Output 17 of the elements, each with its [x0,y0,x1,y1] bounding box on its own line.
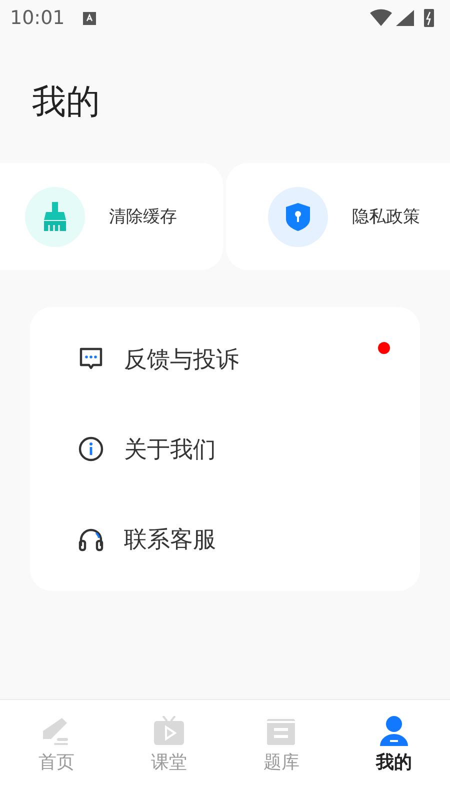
menu-item[interactable]: 联系客服 [124,524,216,554]
keyboard-notification-icon [82,12,96,24]
headset-icon [78,526,104,552]
chat-icon [78,346,104,372]
broom-icon [42,202,68,232]
calendar-icon [266,716,296,746]
status-time: 10:01 [10,7,65,29]
tab[interactable]: 我的 [338,700,450,800]
quick-action-card[interactable]: 隐私政策 [226,163,450,270]
quick-action-card[interactable]: 清除缓存 [0,163,223,270]
shield-icon [285,202,311,232]
menu-item[interactable]: 反馈与投诉 [124,344,239,374]
info-icon [78,436,104,462]
tv-icon [152,716,185,746]
person-icon [378,716,410,746]
page-title: 我的 [32,81,101,124]
menu-item[interactable]: 关于我们 [124,434,216,464]
